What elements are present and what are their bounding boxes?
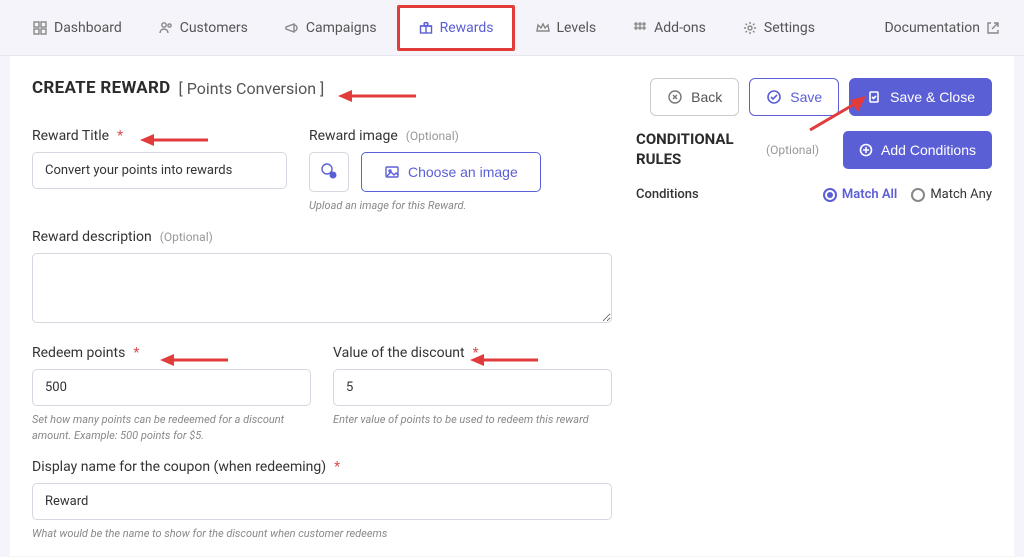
external-link-icon: [986, 21, 1000, 35]
save-button[interactable]: Save: [749, 78, 839, 116]
image-placeholder-icon: [318, 161, 340, 183]
redeem-points-label: Redeem points*: [32, 345, 311, 361]
image-thumbnail[interactable]: [309, 152, 349, 192]
close-circle-icon: [667, 89, 683, 105]
image-helper: Upload an image for this Reward.: [309, 198, 612, 213]
doc-label: Documentation: [884, 20, 980, 36]
choose-image-button[interactable]: Choose an image: [361, 152, 541, 192]
redeem-helper: Set how many points can be redeemed for …: [32, 412, 311, 443]
rules-title: CONDITIONAL RULES: [636, 130, 756, 169]
page-title: CREATE REWARD: [32, 78, 171, 98]
documentation-link[interactable]: Documentation: [884, 20, 1008, 36]
display-name-input[interactable]: [32, 483, 612, 520]
page-subtitle: [ Points Conversion ]: [179, 79, 325, 98]
tab-addons[interactable]: Add-ons: [616, 0, 722, 56]
megaphone-icon: [284, 20, 300, 36]
redeem-points-input[interactable]: [32, 369, 311, 406]
tab-label: Dashboard: [54, 20, 122, 36]
save-label: Save: [790, 89, 822, 105]
conditions-label: Conditions: [636, 187, 699, 202]
display-name-label: Display name for the coupon (when redeem…: [32, 459, 612, 475]
tab-label: Campaigns: [306, 20, 377, 36]
discount-value-label: Value of the discount*: [333, 345, 612, 361]
tab-label: Settings: [764, 20, 815, 36]
dashboard-icon: [32, 20, 48, 36]
main-tabbar: Dashboard Customers Campaigns Rewards Le…: [0, 0, 1024, 56]
reward-image-label: Reward image (Optional): [309, 128, 612, 144]
grid-icon: [632, 20, 648, 36]
gift-icon: [418, 20, 434, 36]
back-label: Back: [691, 89, 722, 105]
tab-settings[interactable]: Settings: [726, 0, 831, 56]
tab-label: Rewards: [440, 20, 494, 36]
tab-label: Customers: [180, 20, 248, 36]
discount-value-input[interactable]: [333, 369, 612, 406]
radio-dot-icon: [911, 188, 925, 202]
tab-dashboard[interactable]: Dashboard: [16, 0, 138, 56]
check-circle-icon: [766, 89, 782, 105]
reward-title-label: Reward Title*: [32, 128, 287, 144]
match-any-radio[interactable]: Match Any: [911, 187, 992, 202]
back-button[interactable]: Back: [650, 78, 739, 116]
page-title-bar: CREATE REWARD [ Points Conversion ]: [32, 78, 612, 98]
image-icon: [384, 164, 400, 180]
add-conditions-label: Add Conditions: [881, 142, 976, 158]
radio-dot-icon: [823, 188, 837, 202]
save-close-label: Save & Close: [890, 89, 975, 105]
discount-helper: Enter value of points to be used to rede…: [333, 412, 612, 427]
tab-campaigns[interactable]: Campaigns: [268, 0, 393, 56]
gear-icon: [742, 20, 758, 36]
tab-rewards[interactable]: Rewards: [397, 5, 515, 51]
reward-title-input[interactable]: [32, 152, 287, 189]
rules-column: CONDITIONAL RULES (Optional) Add Conditi…: [634, 56, 1014, 548]
display-helper: What would be the name to show for the d…: [32, 526, 612, 541]
tab-label: Levels: [557, 20, 597, 36]
plus-circle-icon: [859, 143, 873, 157]
tab-customers[interactable]: Customers: [142, 0, 264, 56]
save-close-button[interactable]: Save & Close: [849, 78, 992, 116]
crown-icon: [535, 20, 551, 36]
add-conditions-button[interactable]: Add Conditions: [843, 131, 992, 169]
reward-desc-label: Reward description (Optional): [32, 229, 612, 245]
users-icon: [158, 20, 174, 36]
reward-desc-input[interactable]: [32, 253, 612, 323]
clipboard-check-icon: [866, 89, 882, 105]
match-all-radio[interactable]: Match All: [823, 187, 897, 202]
form-column: CREATE REWARD [ Points Conversion ] Rewa…: [10, 56, 634, 548]
action-buttons: Back Save Save & Close: [650, 78, 992, 116]
tab-label: Add-ons: [654, 20, 706, 36]
rules-optional: (Optional): [766, 143, 819, 157]
tab-levels[interactable]: Levels: [519, 0, 613, 56]
page-body: Back Save Save & Close CREATE REWARD [ P…: [10, 56, 1014, 556]
choose-image-label: Choose an image: [408, 164, 518, 180]
